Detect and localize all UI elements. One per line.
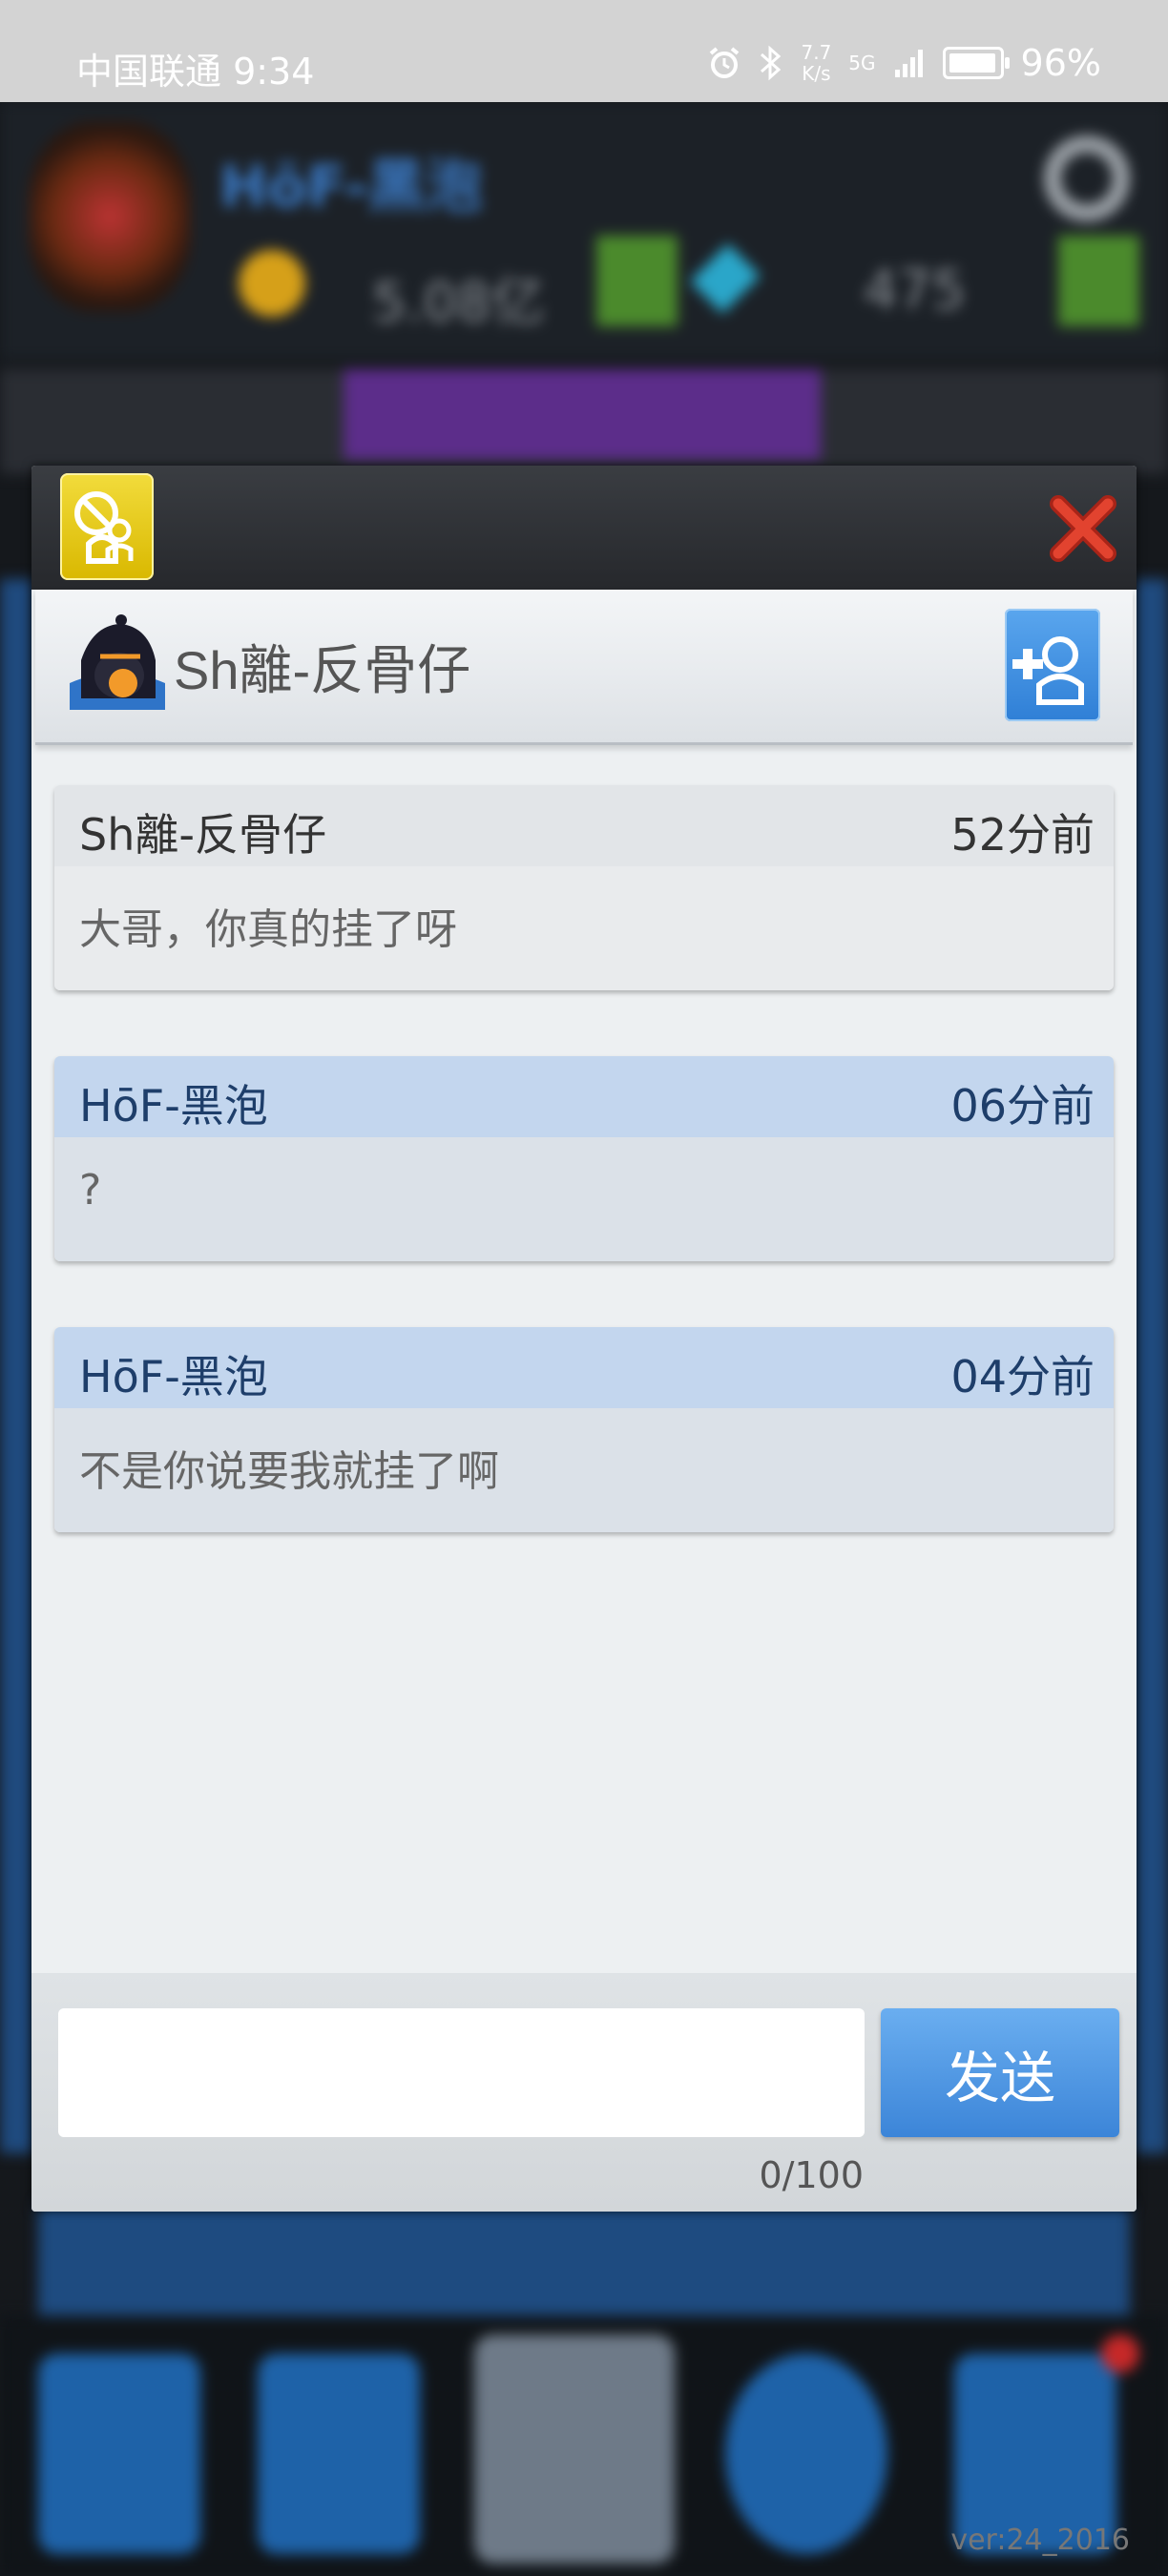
message-time: 06分前 bbox=[950, 1080, 1095, 1132]
carrier-time: 中国联通 9:34 bbox=[76, 51, 315, 93]
gem-plus-button bbox=[1058, 236, 1139, 326]
net-speed-value: 7.7 bbox=[801, 41, 832, 64]
message-sender: Sh離-反骨仔 bbox=[79, 809, 326, 861]
bg-player-name: HōF-黑泡 bbox=[219, 154, 483, 220]
alarm-icon bbox=[710, 47, 740, 78]
message-time: 04分前 bbox=[950, 1351, 1095, 1402]
message-sender: HōF-黑泡 bbox=[79, 1351, 268, 1402]
close-icon bbox=[1050, 495, 1116, 562]
gem-value: 475 bbox=[864, 260, 966, 322]
add-friend-icon bbox=[1012, 636, 1084, 705]
private-chat-dialog: Sh離-反骨仔 Sh離-反骨仔 52分前 大哥，你真的挂了呀 HōF-黑泡 06… bbox=[31, 466, 1137, 2212]
message-item: HōF-黑泡 04分前 不是你说要我就挂了啊 bbox=[54, 1327, 1114, 1532]
net-speed: 7.7 K/s bbox=[801, 42, 831, 84]
coin-icon bbox=[239, 250, 305, 317]
coin-plus-button bbox=[596, 236, 678, 326]
battery-icon bbox=[942, 47, 1010, 79]
signal-icon bbox=[894, 50, 923, 77]
message-composer: 发送 0/100 bbox=[31, 1973, 1137, 2212]
char-count: 0/100 bbox=[759, 2154, 864, 2196]
close-button[interactable] bbox=[1049, 494, 1117, 563]
message-input[interactable] bbox=[58, 2008, 865, 2137]
message-text: 大哥，你真的挂了呀 bbox=[79, 905, 457, 954]
block-user-icon bbox=[74, 491, 134, 564]
ninja-avatar-icon[interactable] bbox=[66, 607, 169, 714]
chat-partner-name: Sh離-反骨仔 bbox=[174, 640, 471, 700]
settings-gear-icon bbox=[1044, 135, 1130, 221]
message-text: 不是你说要我就挂了啊 bbox=[79, 1447, 499, 1496]
bg-tab-active bbox=[344, 369, 821, 460]
network-type: 5G bbox=[848, 52, 876, 74]
coin-value: 5.08亿 bbox=[372, 272, 545, 334]
dialog-titlebar bbox=[31, 466, 1137, 590]
block-user-button[interactable] bbox=[60, 473, 154, 580]
guild-crest bbox=[29, 121, 191, 312]
battery-percent: 96% bbox=[1020, 42, 1101, 84]
message-item: Sh離-反骨仔 52分前 大哥，你真的挂了呀 bbox=[54, 785, 1114, 990]
status-bar: 中国联通 9:34 7.7 K/s 5G 96% bbox=[0, 0, 1168, 102]
version-label: ver:24_2016 bbox=[950, 2524, 1130, 2557]
message-sender: HōF-黑泡 bbox=[79, 1080, 268, 1132]
add-friend-button[interactable] bbox=[1005, 609, 1100, 721]
message-item: HōF-黑泡 06分前 ? bbox=[54, 1056, 1114, 1261]
bluetooth-icon bbox=[761, 45, 782, 81]
net-speed-unit: K/s bbox=[802, 62, 831, 85]
send-button[interactable]: 发送 bbox=[881, 2008, 1119, 2137]
status-icons: 7.7 K/s 5G 96% bbox=[707, 42, 1101, 84]
chat-partner-header: Sh離-反骨仔 bbox=[35, 590, 1133, 745]
message-time: 52分前 bbox=[950, 809, 1095, 861]
message-text: ? bbox=[79, 1166, 102, 1215]
